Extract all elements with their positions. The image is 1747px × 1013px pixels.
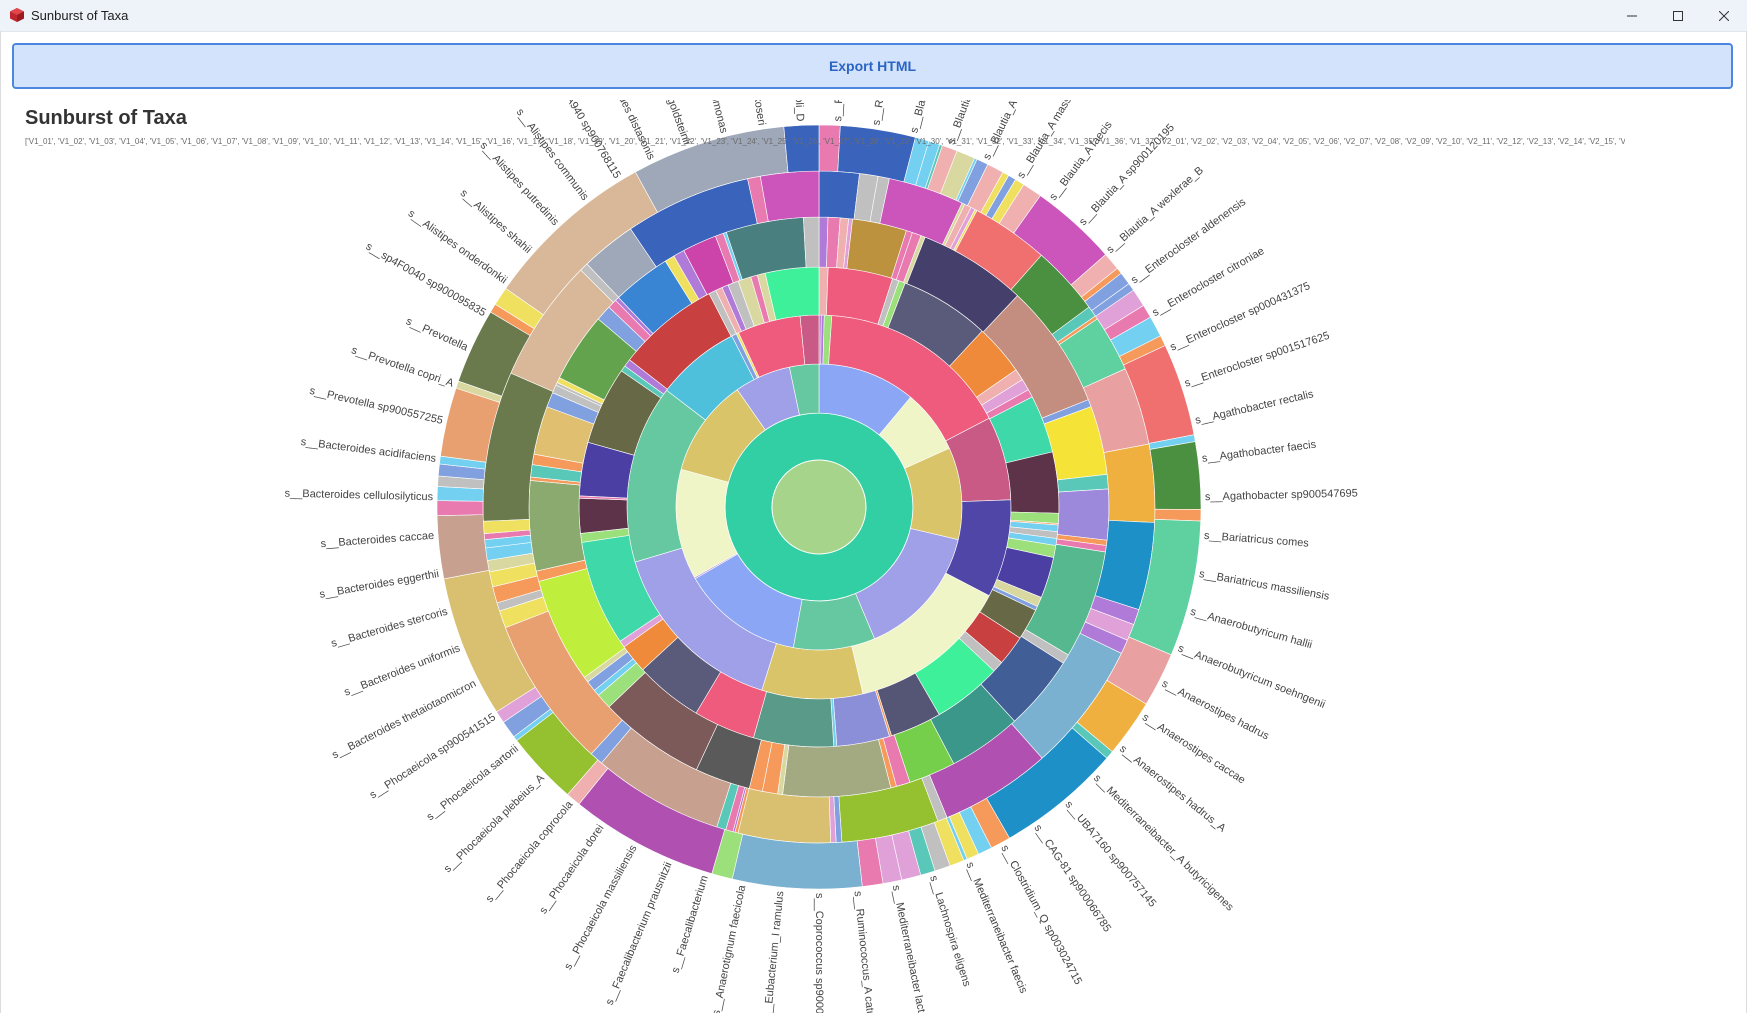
species-label: s__Bacteroides stercoris	[330, 606, 450, 650]
close-icon	[1719, 10, 1729, 21]
sunburst-segment-ring6-0[interactable]	[818, 170, 860, 220]
species-label: s__Agathobacter faecis	[1201, 439, 1317, 465]
sunburst-segment-ring6-14[interactable]	[1103, 443, 1156, 523]
sunburst-segment-ring7-64[interactable]	[783, 124, 820, 173]
sunburst-segment-ring5-23[interactable]	[782, 739, 892, 798]
species-label: s__Anaerobutyricum hallii	[1189, 606, 1313, 652]
species-label: s__Roseburia	[832, 100, 847, 122]
sunburst-chart-area: s__Roseburia s__Roseburia sp s__Blautia_A …	[0, 100, 1747, 1013]
species-label: s__Alistipes shahii	[458, 187, 534, 256]
chart-title: Sunburst of Taxa	[25, 107, 187, 129]
sunburst-segment-ring5-55[interactable]	[803, 216, 820, 268]
sunburst-segment-ring3-7[interactable]	[761, 643, 864, 700]
species-label: s__Porphyromonas	[694, 100, 729, 135]
sunburst-segment-ring4-28[interactable]	[753, 691, 835, 748]
sunburst-segment-ring7-52[interactable]	[436, 500, 484, 516]
species-label: s__Agathobacter sp900547695	[1205, 487, 1358, 503]
species-label: s__Bacteroides acidifaciens	[300, 436, 437, 465]
sunburst-segment-ring7-0[interactable]	[818, 124, 841, 172]
red-cube-icon	[10, 8, 24, 22]
title-bar: Sunburst of Taxa	[0, 0, 1747, 32]
maximize-icon	[1673, 10, 1683, 21]
sunburst-segment-ring7-42[interactable]	[731, 833, 863, 890]
chart-subtitle: ['V1_01', 'V1_02', 'V1_03', 'V1_04', 'V1…	[25, 137, 1625, 146]
export-html-button[interactable]: Export HTML	[12, 43, 1733, 89]
species-label: s__Bariatricus comes	[1203, 530, 1309, 550]
species-label: s__Bacteroides caccae	[320, 530, 434, 550]
sunburst-segment-ring5-13[interactable]	[1057, 488, 1110, 541]
species-label: s__Mediterraneibacter lactaris	[890, 884, 931, 1013]
sunburst-segment-ring7-26[interactable]	[1154, 508, 1202, 522]
window-title: Sunburst of Taxa	[31, 8, 129, 23]
sunburst-segment-ring7-51[interactable]	[436, 514, 490, 580]
species-label: s__Bacteroides uniformis	[342, 642, 462, 698]
species-label: s__Citrobacter_B koseri	[738, 100, 767, 126]
sunburst-segment-ring4-35[interactable]	[578, 497, 629, 534]
species-label: s__Blautia_A wexlerae	[908, 100, 947, 134]
species-label: s__Prevotella copri_A	[350, 344, 456, 390]
sunburst-segment-ring7-25[interactable]	[1149, 441, 1202, 510]
species-label: s__Bariatricus massiliensis	[1198, 568, 1331, 603]
species-label: s__Escherichia coli_D	[788, 100, 805, 122]
species-label: s__Mediterraneibacter_A butyricigenes	[1091, 772, 1236, 914]
species-label: s__Prevotella sp900557255	[308, 385, 444, 427]
species-label: s__Agathobacter rectalis	[1194, 388, 1315, 427]
sunburst-segment-ring0-0[interactable]	[771, 459, 867, 555]
species-label: s__Bacteroides eggerthii	[319, 568, 440, 601]
species-label: s__Faecalibacterium	[669, 874, 710, 975]
sunburst-segment-ring4-10[interactable]	[1005, 451, 1060, 514]
sunburst-segment-ring5-35[interactable]	[528, 480, 586, 572]
species-label: s__Eubacterium_I ramulus	[761, 890, 786, 1013]
species-label: s__Anaerotignum faecicola	[710, 883, 748, 1013]
species-label: s__Lachnospira eligens	[927, 874, 973, 988]
species-label: s__Coprococcus sp900066115	[813, 893, 825, 1013]
species-label: s__Ruminococcus_A catus	[852, 890, 877, 1013]
close-button[interactable]	[1701, 0, 1747, 31]
species-label: s__Roseburia sp	[871, 100, 895, 126]
minimize-icon	[1627, 15, 1637, 16]
sunburst-segment-ring6-48[interactable]	[759, 170, 820, 222]
sunburst-chart: s__Roseburia s__Roseburia sp s__Blautia_A …	[284, 100, 1358, 1013]
species-label: s__Bacteroides cellulosilyticus	[284, 488, 433, 504]
maximize-button[interactable]	[1655, 0, 1701, 31]
species-label: s__Prevotella	[404, 315, 470, 354]
minimize-button[interactable]	[1609, 0, 1655, 31]
